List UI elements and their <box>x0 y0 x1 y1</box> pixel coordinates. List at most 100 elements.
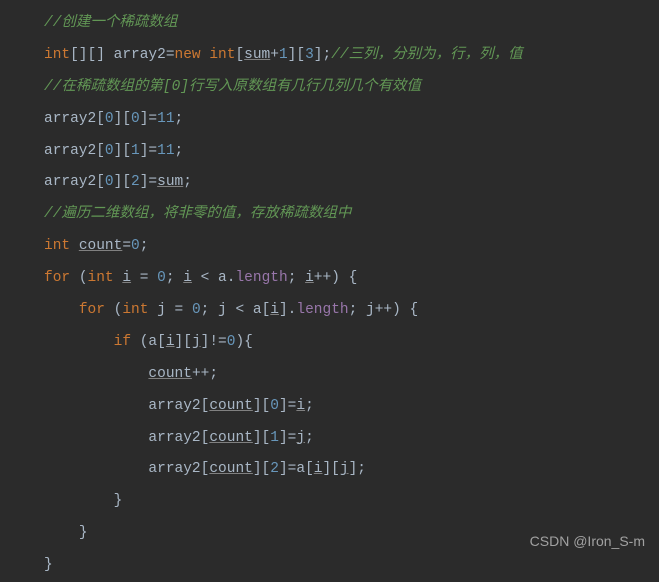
code-text: ][ <box>175 334 192 350</box>
code-text: ]; <box>314 47 331 63</box>
code-text: array2[ <box>148 461 209 477</box>
code-line: array2[0][0]=11; <box>44 104 659 136</box>
code-text: ]= <box>140 143 157 159</box>
code-text: = <box>122 238 131 254</box>
comment: //三列，分别为，行，列，值 <box>331 47 522 63</box>
code-line: array2[0][2]=sum; <box>44 167 659 199</box>
field: length <box>235 270 287 286</box>
code-text: ]=a[ <box>279 461 314 477</box>
comment: //在稀疏数组的第[0]行写入原数组有几行几列几个有效值 <box>44 79 421 95</box>
variable: count <box>79 238 123 254</box>
number: 0 <box>105 174 114 190</box>
code-text: ][ <box>253 461 270 477</box>
code-text: array2[ <box>44 111 105 127</box>
code-text: ){ <box>235 334 252 350</box>
variable: count <box>209 461 253 477</box>
code-text: + <box>270 47 279 63</box>
code-line: for (int j = 0; j < a[i].length; j++) { <box>44 295 659 327</box>
code-line: //创建一个稀疏数组 <box>44 8 659 40</box>
number: 0 <box>131 111 140 127</box>
code-text: } <box>44 557 53 573</box>
code-text: [ <box>235 47 244 63</box>
code-line: for (int i = 0; i < a.length; i++) { <box>44 263 659 295</box>
code-text: ]!= <box>201 334 227 350</box>
number: 2 <box>270 461 279 477</box>
number: 2 <box>131 174 140 190</box>
code-text: ; j++) { <box>349 302 419 318</box>
keyword: for <box>44 270 79 286</box>
code-text: [][] array2= <box>70 47 174 63</box>
keyword: int <box>209 47 235 63</box>
variable: count <box>148 366 192 382</box>
variable: count <box>209 430 253 446</box>
code-text: array2[ <box>148 398 209 414</box>
field: length <box>296 302 348 318</box>
code-text: j = <box>157 302 192 318</box>
variable: sum <box>244 47 270 63</box>
number: 0 <box>105 111 114 127</box>
keyword: if <box>114 334 140 350</box>
code-text: } <box>79 525 88 541</box>
number: 11 <box>157 111 174 127</box>
code-text: ]= <box>140 174 157 190</box>
code-text: ( <box>79 270 88 286</box>
code-text: ]= <box>279 430 296 446</box>
number: 0 <box>270 398 279 414</box>
number: 11 <box>157 143 174 159</box>
code-text: ][ <box>253 430 270 446</box>
code-text: ][ <box>114 111 131 127</box>
code-line: count++; <box>44 359 659 391</box>
code-text: ]= <box>279 398 296 414</box>
code-text: ][ <box>322 461 339 477</box>
variable: j <box>340 461 349 477</box>
code-text: ][ <box>253 398 270 414</box>
number: 1 <box>270 430 279 446</box>
code-text: ]= <box>140 111 157 127</box>
comment: //创建一个稀疏数组 <box>44 15 177 31</box>
keyword: int <box>44 47 70 63</box>
code-line: } <box>44 486 659 518</box>
variable: i <box>296 398 305 414</box>
variable: j <box>296 430 305 446</box>
variable: i <box>270 302 279 318</box>
comment: //遍历二维数组，将非零的值，存放稀疏数组中 <box>44 206 351 222</box>
code-text: ++) { <box>314 270 358 286</box>
code-text: array2[ <box>148 430 209 446</box>
code-text: ]; <box>349 461 366 477</box>
variable: sum <box>157 174 183 190</box>
keyword: new <box>175 47 210 63</box>
code-line: int[][] array2=new int[sum+1][3];//三列，分别… <box>44 40 659 72</box>
code-line: array2[count][1]=j; <box>44 423 659 455</box>
number: 0 <box>105 143 114 159</box>
variable: i <box>166 334 175 350</box>
keyword: for <box>79 302 114 318</box>
code-text: ; <box>288 270 305 286</box>
code-text: ; <box>183 174 192 190</box>
code-line: //在稀疏数组的第[0]行写入原数组有几行几列几个有效值 <box>44 72 659 104</box>
code-text: ; <box>305 430 314 446</box>
code-text: ; <box>305 398 314 414</box>
code-text: ; <box>140 238 149 254</box>
code-text: ; j < a[ <box>201 302 271 318</box>
code-text: < a. <box>192 270 236 286</box>
code-text: array2[ <box>44 174 105 190</box>
code-text: array2[ <box>44 143 105 159</box>
code-text: ++; <box>192 366 218 382</box>
code-text: ][ <box>288 47 305 63</box>
code-text: ; <box>175 143 184 159</box>
code-text: ][ <box>114 143 131 159</box>
number: 1 <box>131 143 140 159</box>
code-line: array2[count][0]=i; <box>44 391 659 423</box>
number: 0 <box>192 302 201 318</box>
number: 0 <box>157 270 166 286</box>
number: 1 <box>279 47 288 63</box>
keyword: int <box>88 270 123 286</box>
code-text: ][ <box>114 174 131 190</box>
number: 0 <box>131 238 140 254</box>
keyword: int <box>122 302 157 318</box>
code-text: ; <box>166 270 183 286</box>
code-line: array2[count][2]=a[i][j]; <box>44 454 659 486</box>
variable: count <box>209 398 253 414</box>
variable: j <box>192 334 201 350</box>
keyword: int <box>44 238 79 254</box>
